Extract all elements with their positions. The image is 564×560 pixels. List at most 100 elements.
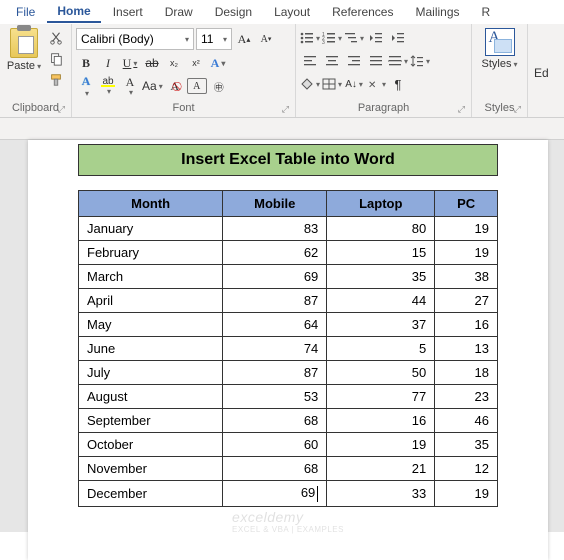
paragraph-launcher-icon[interactable]: ⤢	[458, 104, 465, 115]
cell-pc[interactable]: 27	[435, 289, 498, 313]
paste-button[interactable]: Paste	[4, 26, 44, 72]
header-month[interactable]: Month	[79, 191, 223, 217]
justify-button[interactable]	[366, 51, 386, 71]
table-row[interactable]: May643716	[79, 313, 498, 337]
cell-laptop[interactable]: 44	[327, 289, 435, 313]
bullets-button[interactable]	[300, 28, 320, 48]
align-center-button[interactable]	[322, 51, 342, 71]
table-row[interactable]: August537723	[79, 385, 498, 409]
cell-pc[interactable]: 12	[435, 457, 498, 481]
cell-month[interactable]: March	[79, 265, 223, 289]
subscript-button[interactable]: x₂	[164, 53, 184, 73]
cell-month[interactable]: June	[79, 337, 223, 361]
cell-pc[interactable]: 13	[435, 337, 498, 361]
ruler[interactable]	[0, 118, 564, 140]
shrink-font-button[interactable]: A▾	[256, 29, 276, 49]
cell-pc[interactable]: 19	[435, 217, 498, 241]
cell-pc[interactable]: 35	[435, 433, 498, 457]
header-mobile[interactable]: Mobile	[223, 191, 327, 217]
cell-month[interactable]: January	[79, 217, 223, 241]
font-size-combo[interactable]: 11 ▾	[196, 28, 232, 50]
table-row[interactable]: January838019	[79, 217, 498, 241]
cell-mobile[interactable]: 74	[223, 337, 327, 361]
increase-indent-button[interactable]	[388, 28, 408, 48]
borders-button[interactable]	[322, 74, 342, 94]
cell-month[interactable]: October	[79, 433, 223, 457]
cell-month[interactable]: December	[79, 481, 223, 507]
cell-laptop[interactable]: 77	[327, 385, 435, 409]
clear-formatting-button[interactable]: A⃠	[165, 76, 185, 96]
text-effects-button[interactable]: A	[208, 53, 228, 73]
cell-mobile[interactable]: 60	[223, 433, 327, 457]
styles-button[interactable]: Styles	[477, 26, 523, 70]
cell-laptop[interactable]: 35	[327, 265, 435, 289]
cell-mobile[interactable]: 68	[223, 409, 327, 433]
align-right-button[interactable]	[344, 51, 364, 71]
table-row[interactable]: February621519	[79, 241, 498, 265]
data-table[interactable]: Month Mobile Laptop PC January838019Febr…	[78, 190, 498, 507]
cell-mobile[interactable]: 64	[223, 313, 327, 337]
line-spacing-button[interactable]	[410, 51, 430, 71]
tab-home[interactable]: Home	[47, 1, 100, 23]
cell-laptop[interactable]: 15	[327, 241, 435, 265]
font-name-combo[interactable]: Calibri (Body) ▾	[76, 28, 194, 50]
cell-laptop[interactable]: 37	[327, 313, 435, 337]
tab-layout[interactable]: Layout	[264, 2, 320, 22]
numbering-button[interactable]: 123	[322, 28, 342, 48]
cell-mobile[interactable]: 68	[223, 457, 327, 481]
strikethrough-button[interactable]: ab	[142, 53, 162, 73]
font-launcher-icon[interactable]: ⤢	[282, 104, 289, 115]
cell-pc[interactable]: 46	[435, 409, 498, 433]
page[interactable]: Insert Excel Table into Word Month Mobil…	[28, 140, 548, 560]
tab-file[interactable]: File	[6, 2, 45, 22]
cell-mobile[interactable]: 62	[223, 241, 327, 265]
cell-month[interactable]: February	[79, 241, 223, 265]
editing-label[interactable]: Ed	[534, 66, 549, 80]
cell-mobile[interactable]: 53	[223, 385, 327, 409]
cell-month[interactable]: August	[79, 385, 223, 409]
tab-insert[interactable]: Insert	[103, 2, 153, 22]
cell-laptop[interactable]: 19	[327, 433, 435, 457]
format-painter-button[interactable]	[46, 70, 66, 90]
styles-launcher-icon[interactable]: ⤢	[514, 104, 521, 115]
sort-button[interactable]: A↓	[344, 74, 364, 94]
tab-mailings[interactable]: Mailings	[405, 2, 469, 22]
cell-laptop[interactable]: 80	[327, 217, 435, 241]
change-case-button[interactable]: Aa	[142, 76, 163, 96]
tab-design[interactable]: Design	[205, 2, 262, 22]
table-row[interactable]: April874427	[79, 289, 498, 313]
underline-button[interactable]: U	[120, 53, 140, 73]
cell-mobile[interactable]: 69	[223, 265, 327, 289]
asian-layout-button[interactable]: ✕	[366, 74, 386, 94]
tab-references[interactable]: References	[322, 2, 403, 22]
cell-month[interactable]: September	[79, 409, 223, 433]
grow-font-button[interactable]: A▴	[234, 29, 254, 49]
cell-pc[interactable]: 19	[435, 481, 498, 507]
highlight-button[interactable]: ab	[98, 76, 118, 96]
cell-mobile[interactable]: 87	[223, 361, 327, 385]
font-color-button[interactable]: A	[120, 76, 140, 96]
cell-pc[interactable]: 23	[435, 385, 498, 409]
decrease-indent-button[interactable]	[366, 28, 386, 48]
cell-mobile[interactable]: 87	[223, 289, 327, 313]
cell-laptop[interactable]: 50	[327, 361, 435, 385]
tab-truncated[interactable]: R	[472, 2, 501, 22]
char-border-button[interactable]: A	[187, 78, 207, 94]
cell-laptop[interactable]: 21	[327, 457, 435, 481]
cell-month[interactable]: April	[79, 289, 223, 313]
cell-pc[interactable]: 19	[435, 241, 498, 265]
cut-button[interactable]	[46, 28, 66, 48]
cell-laptop[interactable]: 33	[327, 481, 435, 507]
table-row[interactable]: September681646	[79, 409, 498, 433]
document-title[interactable]: Insert Excel Table into Word	[78, 144, 498, 176]
show-hide-button[interactable]: ¶	[388, 74, 408, 94]
table-row[interactable]: July875018	[79, 361, 498, 385]
cell-mobile[interactable]: 83	[223, 217, 327, 241]
table-row[interactable]: October601935	[79, 433, 498, 457]
cell-pc[interactable]: 38	[435, 265, 498, 289]
cell-mobile[interactable]: 69	[223, 481, 327, 507]
cell-pc[interactable]: 18	[435, 361, 498, 385]
multilevel-list-button[interactable]	[344, 28, 364, 48]
cell-month[interactable]: November	[79, 457, 223, 481]
table-row[interactable]: March693538	[79, 265, 498, 289]
